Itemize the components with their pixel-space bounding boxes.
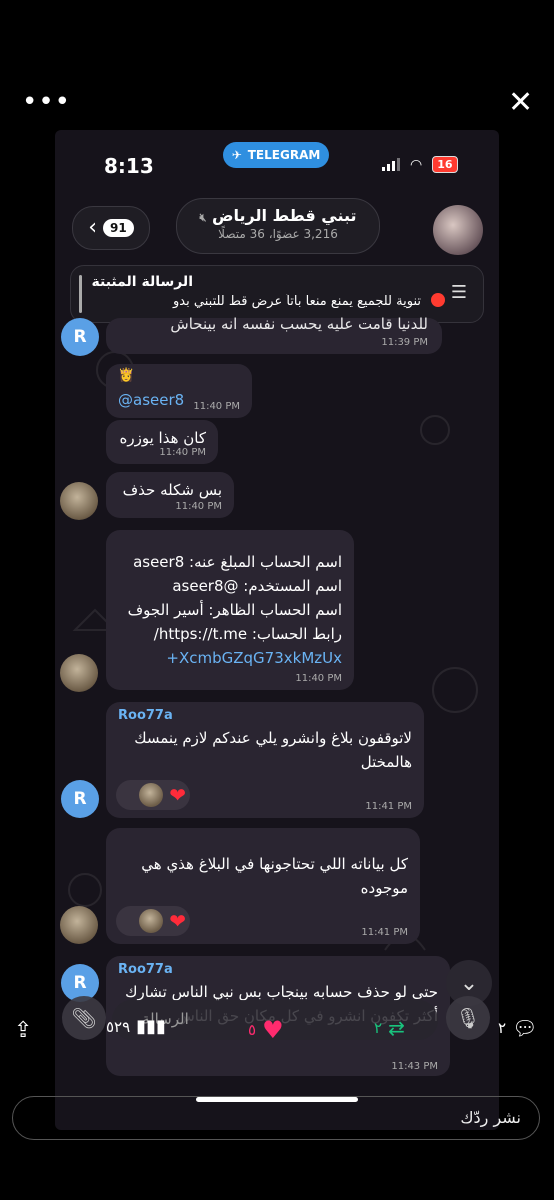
likes-label: ٥: [248, 1021, 257, 1039]
reply-placeholder: نشر ردّك: [460, 1108, 521, 1127]
message-text: لاتوقفون بلاغ وانشرو يلي عندكم لازم ينمس…: [134, 729, 412, 771]
message-bubble[interactable]: كان هذا يوزره 11:40 PM: [106, 420, 218, 464]
message-text: بس شكله حذف: [122, 481, 222, 499]
close-icon[interactable]: ✕: [508, 88, 533, 118]
message-time: 11:39 PM: [381, 337, 428, 348]
message-time: 11:40 PM: [193, 401, 240, 412]
like-button[interactable]: ٥ ♥: [248, 1016, 284, 1044]
sender-name[interactable]: Roo77a: [118, 708, 173, 723]
emoji-badge: 👸: [118, 368, 135, 383]
message-bubble[interactable]: للدنيا قامت عليه يحسب نفسه انه بينحاش 11…: [106, 315, 442, 354]
views-count: ٥٢٩ ▮▮▮: [106, 1016, 166, 1037]
back-button[interactable]: ‹ 91: [72, 206, 150, 250]
message-text: للدنيا قامت عليه يحسب نفسه انه بينحاش: [170, 315, 428, 333]
message-bubble[interactable]: كل بياناته اللي تحتاجونها في البلاغ هذي …: [106, 828, 420, 944]
paperclip-icon: 📎︎: [71, 1006, 97, 1030]
message-bubble[interactable]: بس شكله حذف 11:40 PM: [106, 472, 234, 518]
message-bubble[interactable]: 👸 @aseer8 11:40 PM: [106, 364, 252, 418]
microphone-icon: 🎙︎: [455, 1006, 481, 1030]
chevron-left-icon: ‹: [88, 215, 98, 240]
pinned-label: الرسالة المثبتة: [91, 274, 194, 290]
message-time: 11:40 PM: [295, 673, 342, 684]
telegram-pill: ✈ TELEGRAM: [223, 142, 329, 168]
comment-bubble-icon: 💬︎: [512, 1016, 538, 1040]
message-time: 11:40 PM: [159, 447, 206, 458]
status-time: 8:13: [104, 154, 154, 178]
message-text: اسم الحساب المبلغ عنه: aseer8 اسم المستخ…: [128, 550, 342, 670]
unread-count-badge: 91: [103, 219, 134, 237]
red-circle-icon: [431, 293, 445, 307]
message-time: 11:41 PM: [365, 801, 412, 812]
report-link[interactable]: +XcmbGZqG73xkMzUx: [128, 646, 342, 670]
comment-button[interactable]: ٢ 💬︎: [498, 1016, 537, 1040]
report-line: اسم الحساب الظاهر: أسير الجوف: [127, 601, 342, 619]
report-link-line[interactable]: رابط الحساب: https://t.me/: [128, 622, 342, 646]
reactor-avatar: [139, 783, 164, 807]
reaction-chip[interactable]: ❤: [116, 780, 190, 810]
message-time: 11:43 PM: [391, 1061, 438, 1072]
wifi-icon: ◠: [410, 156, 423, 173]
microphone-button[interactable]: 🎙︎: [446, 996, 490, 1040]
comments-label: ٢: [498, 1019, 507, 1037]
avatar[interactable]: [60, 482, 98, 520]
message-time: 11:41 PM: [361, 927, 408, 938]
telegram-plane-icon: ✈: [231, 148, 242, 162]
reactor-avatar: [139, 909, 164, 933]
heart-icon: ♥: [262, 1016, 284, 1044]
repost-icon: ⇄: [388, 1016, 405, 1040]
pin-list-icon[interactable]: ☰: [451, 282, 467, 303]
chat-title-button[interactable]: تبني قطط الرياض 🔇︎ 3,216 عضوًا، 36 متصلً…: [176, 198, 380, 254]
message-bubble[interactable]: Roo77a لاتوقفون بلاغ وانشرو يلي عندكم لا…: [106, 702, 424, 818]
message-text: كل بياناته اللي تحتاجونها في البلاغ هذي …: [141, 855, 408, 897]
message-bubble[interactable]: اسم الحساب المبلغ عنه: aseer8 اسم المستخ…: [106, 530, 354, 690]
report-line: اسم المستخدم: @aseer8: [172, 577, 342, 595]
status-indicators: ◠ 16: [382, 156, 458, 173]
more-options-icon[interactable]: •••: [22, 89, 71, 115]
repost-button[interactable]: ٢ ⇄: [374, 1016, 405, 1040]
chevron-down-icon: ⌄: [459, 970, 479, 996]
mention-link[interactable]: @aseer8: [118, 388, 184, 412]
battery-indicator: 16: [432, 156, 458, 173]
avatar[interactable]: [60, 906, 98, 944]
message-time: 11:40 PM: [175, 501, 222, 512]
reaction-chip[interactable]: ❤: [116, 906, 190, 936]
signal-icon: [382, 158, 400, 171]
heart-icon: ❤: [169, 783, 186, 807]
bar-chart-icon: ▮▮▮: [136, 1016, 166, 1037]
chat-title: تبني قطط الرياض 🔇︎: [199, 206, 357, 225]
avatar[interactable]: [60, 654, 98, 692]
avatar[interactable]: R: [61, 318, 99, 356]
share-icon[interactable]: ⇪: [14, 1018, 32, 1043]
group-avatar[interactable]: [433, 205, 483, 255]
attach-button[interactable]: 📎︎: [62, 996, 106, 1040]
sender-name[interactable]: Roo77a: [118, 962, 173, 977]
telegram-label: TELEGRAM: [247, 148, 321, 162]
pinned-indicator: [79, 275, 82, 313]
reply-input[interactable]: نشر ردّك: [12, 1096, 540, 1140]
pinned-text: تنوية للجميع يمنع منعا باتاً عرض قط للتب…: [173, 294, 421, 309]
chat-subtitle: 3,216 عضوًا، 36 متصلًا: [218, 227, 338, 241]
views-label: ٥٢٩: [106, 1017, 131, 1036]
heart-icon: ❤: [169, 909, 186, 933]
report-line: اسم الحساب المبلغ عنه: aseer8: [133, 553, 342, 571]
mute-icon: 🔇︎: [199, 211, 207, 224]
reposts-label: ٢: [374, 1019, 383, 1037]
avatar[interactable]: R: [61, 780, 99, 818]
